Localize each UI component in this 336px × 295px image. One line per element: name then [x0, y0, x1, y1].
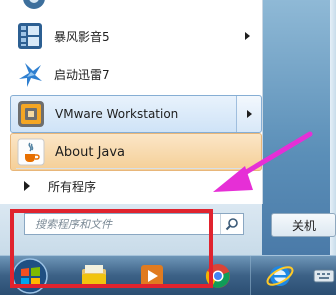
shutdown-label: 关机 [292, 218, 317, 233]
annotation-arrow-icon [213, 131, 313, 192]
partial-program-icon [20, 0, 48, 12]
search-button[interactable] [220, 214, 243, 234]
shutdown-button[interactable]: 关机 [271, 213, 336, 237]
menu-item-thunder[interactable]: 启动迅雷7 [10, 55, 260, 93]
menu-item-baofeng[interactable]: 暴风影音5 [10, 17, 260, 55]
menu-item-label: VMware Workstation [55, 107, 179, 121]
menu-item-label: 暴风影音5 [54, 29, 110, 44]
thunder-bird-icon [14, 58, 46, 90]
expand-triangle-icon [24, 181, 30, 191]
vmware-icon [15, 98, 47, 130]
submenu-arrow-icon [247, 110, 252, 118]
menu-item-label: 启动迅雷7 [54, 67, 110, 82]
internet-explorer-icon[interactable] [256, 258, 304, 294]
baofeng-icon [14, 20, 46, 52]
java-icon [15, 136, 47, 168]
submenu-arrow-icon [245, 32, 250, 40]
highlight-frame [10, 209, 213, 288]
taskbar-separator [250, 256, 251, 295]
search-icon [225, 218, 238, 231]
menu-item-label: About Java [55, 144, 126, 160]
all-programs-label: 所有程序 [48, 179, 97, 194]
keyboard-icon[interactable] [312, 258, 336, 294]
